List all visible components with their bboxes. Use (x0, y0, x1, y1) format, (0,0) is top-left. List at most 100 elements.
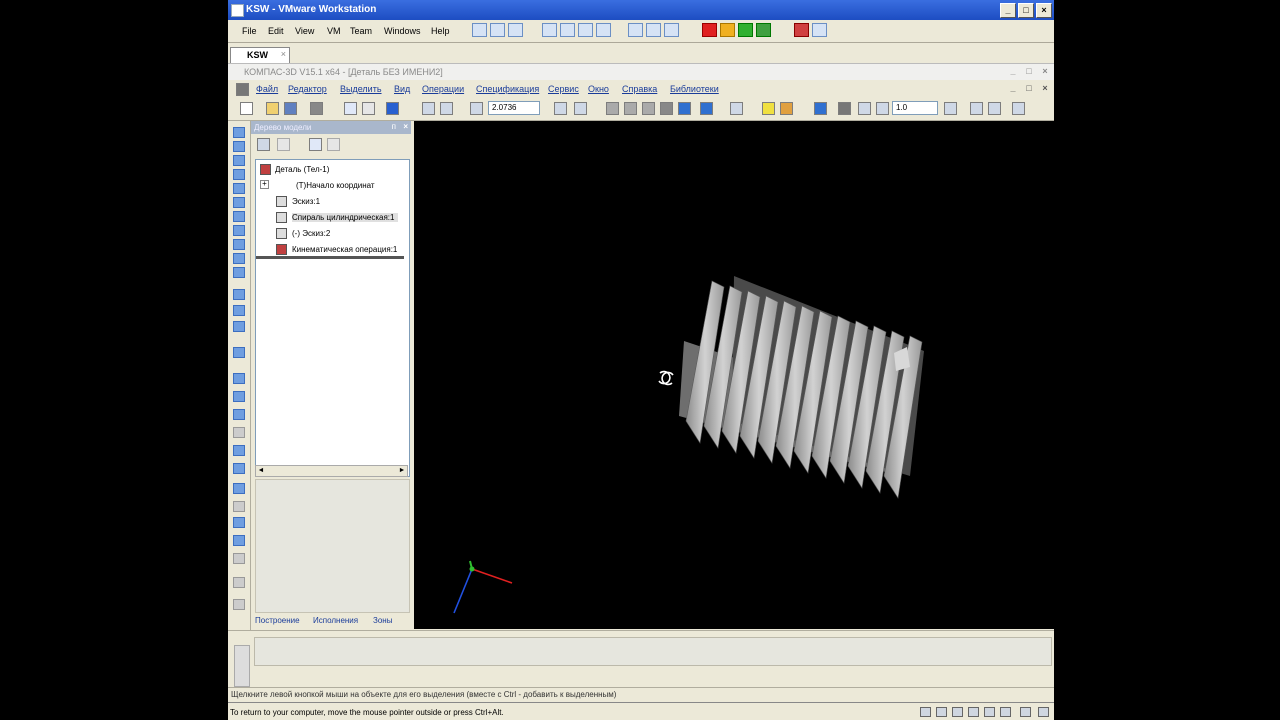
model-tree-header[interactable]: Дерево модели ᴨ × (251, 121, 411, 134)
step-value-field[interactable]: 1.0 (892, 101, 938, 115)
properties-box[interactable] (254, 637, 1052, 666)
vtool-14-icon[interactable] (233, 321, 245, 332)
pin-icon[interactable]: ᴨ (392, 122, 396, 131)
vtool-1-icon[interactable] (233, 127, 245, 138)
vm-console-icon[interactable] (646, 23, 661, 37)
hidden-lines-icon[interactable] (624, 102, 637, 115)
tree-item-spiral[interactable]: Спираль цилиндрическая:1 (292, 213, 399, 222)
vm-fullscreen-icon[interactable] (560, 23, 575, 37)
vm-menu-vm[interactable]: VM (327, 26, 341, 36)
undo-icon[interactable] (344, 102, 357, 115)
vtool-27-icon[interactable] (233, 577, 245, 588)
vm-summary-icon[interactable] (628, 23, 643, 37)
materials-icon[interactable] (780, 102, 793, 115)
vm-tab-ksw[interactable]: KSW × (230, 47, 290, 63)
scroll-left-icon[interactable]: ◄ (256, 466, 266, 476)
open-document-icon[interactable] (266, 102, 279, 115)
k-menu-select[interactable]: Выделить (340, 84, 382, 94)
tree-filter-icon[interactable] (277, 138, 290, 151)
vm-maximize-button[interactable]: □ (1018, 3, 1034, 18)
vtool-9-icon[interactable] (233, 239, 245, 250)
vm-replay-icon[interactable] (812, 23, 827, 37)
vtool-21-icon[interactable] (233, 463, 245, 474)
vm-snapshot-icon[interactable] (472, 23, 487, 37)
vm-menu-view[interactable]: View (295, 26, 314, 36)
tab-zones[interactable]: Зоны (373, 616, 392, 625)
vtool-10-icon[interactable] (233, 253, 245, 264)
threaded-part-model[interactable] (679, 276, 924, 499)
zoom-window-icon[interactable] (422, 102, 435, 115)
pan-icon[interactable] (554, 102, 567, 115)
vtool-22-icon[interactable] (233, 483, 245, 494)
tab-variants[interactable]: Исполнения (313, 616, 358, 625)
vm-menu-help[interactable]: Help (431, 26, 450, 36)
hdd-status-icon[interactable] (920, 707, 931, 717)
kompas-minimize-button[interactable]: _ (1006, 65, 1020, 78)
section-icon[interactable] (838, 102, 851, 115)
vm-suspend-icon[interactable] (720, 23, 735, 37)
filter-icon[interactable] (730, 102, 743, 115)
vtool-4-icon[interactable] (233, 169, 245, 180)
vtool-11-icon[interactable] (233, 267, 245, 278)
vtool-13-icon[interactable] (233, 305, 245, 316)
sound-status-icon[interactable] (1000, 707, 1011, 717)
vtool-25-icon[interactable] (233, 535, 245, 546)
orthogonal-icon[interactable] (988, 102, 1001, 115)
vm-tab-close-icon[interactable]: × (281, 49, 286, 59)
network-status-icon[interactable] (968, 707, 979, 717)
vtool-3-icon[interactable] (233, 155, 245, 166)
redo-icon[interactable] (362, 102, 375, 115)
vm-unity-icon[interactable] (596, 23, 611, 37)
tree-sort-icon[interactable] (257, 138, 270, 151)
k-menu-window[interactable]: Окно (588, 84, 609, 94)
vtool-7-icon[interactable] (233, 211, 245, 222)
tree-expander-icon[interactable]: + (260, 180, 269, 189)
vtool-2-icon[interactable] (233, 141, 245, 152)
k-menu-operations[interactable]: Операции (422, 84, 464, 94)
tree-item-sketch-2[interactable]: (-) Эскиз:2 (292, 229, 330, 238)
vm-normal-view-icon[interactable] (542, 23, 557, 37)
vm-record-icon[interactable] (794, 23, 809, 37)
wireframe-icon[interactable] (606, 102, 619, 115)
message-status-icon[interactable] (1020, 707, 1031, 717)
show-all-icon[interactable] (814, 102, 827, 115)
tree-item-origin[interactable]: (Т)Начало координат (296, 181, 375, 190)
vtool-8-icon[interactable] (233, 225, 245, 236)
zoom-in-icon[interactable] (470, 102, 483, 115)
tree-horizontal-scrollbar[interactable]: ◄ ► (255, 465, 408, 477)
scroll-right-icon[interactable]: ► (397, 466, 407, 476)
k-menu-service[interactable]: Сервис (548, 84, 579, 94)
kompas-doc-icon[interactable] (236, 83, 249, 96)
tree-item-sketch-1[interactable]: Эскиз:1 (292, 197, 320, 206)
k-doc-minimize-button[interactable]: _ (1006, 82, 1020, 95)
rotate-icon[interactable] (574, 102, 587, 115)
vtool-26-icon[interactable] (233, 553, 245, 564)
k-menu-view[interactable]: Вид (394, 84, 410, 94)
panel-handle[interactable] (234, 645, 250, 687)
vm-menu-team[interactable]: Team (350, 26, 372, 36)
k-menu-editor[interactable]: Редактор (288, 84, 327, 94)
usb-status-icon[interactable] (984, 707, 995, 717)
vm-quick-switch-icon[interactable] (578, 23, 593, 37)
snap-icon[interactable] (944, 102, 957, 115)
vtool-12-icon[interactable] (233, 289, 245, 300)
vm-revert-icon[interactable] (490, 23, 505, 37)
vm-close-button[interactable]: × (1036, 3, 1052, 18)
panel-close-icon[interactable]: × (403, 122, 408, 131)
vtool-16-icon[interactable] (233, 373, 245, 384)
zoom-value-field[interactable]: 2.0736 (488, 101, 540, 115)
print-icon[interactable] (310, 102, 323, 115)
vtool-6-icon[interactable] (233, 197, 245, 208)
new-document-icon[interactable] (240, 102, 253, 115)
vmware-title-bar[interactable]: KSW - VMware Workstation _ □ × (228, 0, 1054, 20)
kompas-title-bar[interactable]: КОМПАС-3D V15.1 x64 - [Деталь БЕЗ ИМЕНИ2… (228, 63, 1054, 80)
k-menu-specification[interactable]: Спецификация (476, 84, 539, 94)
vtool-20-icon[interactable] (233, 445, 245, 456)
k-menu-help[interactable]: Справка (622, 84, 657, 94)
local-cs-icon[interactable] (970, 102, 983, 115)
floppy-status-icon[interactable] (952, 707, 963, 717)
vm-reset-icon[interactable] (756, 23, 771, 37)
vm-power-on-icon[interactable] (738, 23, 753, 37)
vtool-24-icon[interactable] (233, 517, 245, 528)
vm-menu-edit[interactable]: Edit (268, 26, 284, 36)
